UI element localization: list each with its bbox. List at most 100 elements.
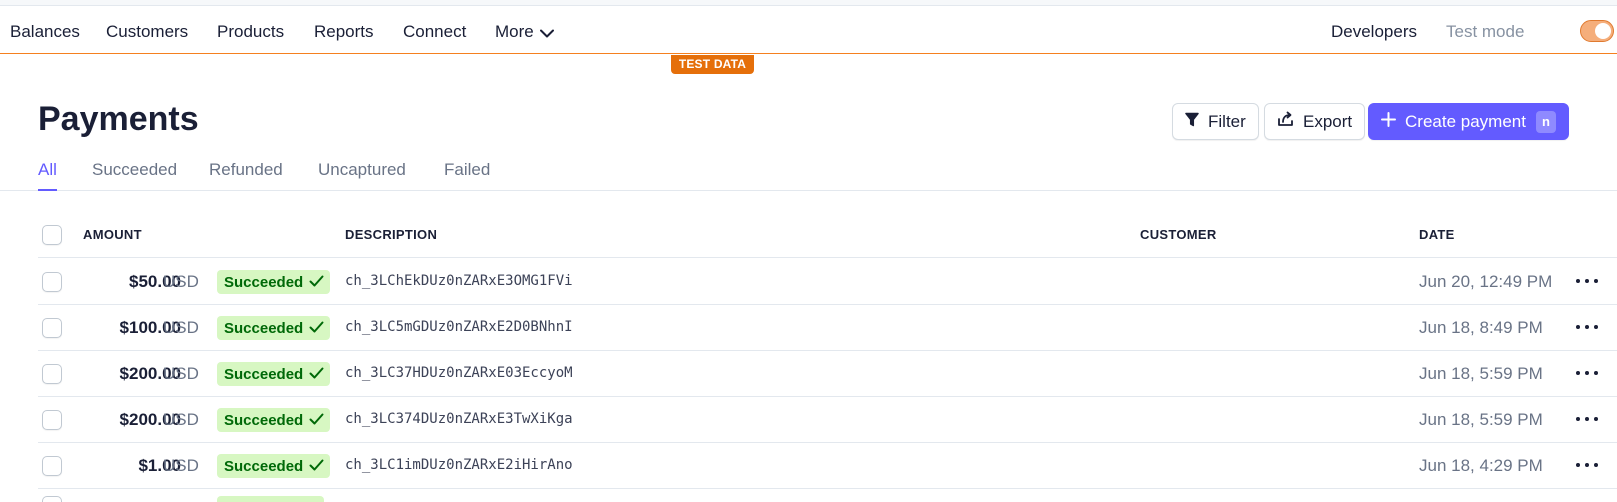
column-header-customer[interactable]: CUSTOMER bbox=[1140, 227, 1217, 242]
dot bbox=[1594, 417, 1598, 421]
status-badge[interactable]: Succeeded bbox=[217, 454, 331, 478]
dot bbox=[1576, 417, 1580, 421]
partial-table-row bbox=[38, 496, 1617, 502]
test-data-badge: TEST DATA bbox=[671, 55, 754, 74]
chevron-down-icon bbox=[539, 23, 554, 43]
export-label: Export bbox=[1303, 111, 1353, 131]
row-actions-more-icon[interactable] bbox=[1576, 271, 1598, 291]
tab-failed[interactable]: Failed bbox=[444, 160, 490, 189]
dot bbox=[1594, 371, 1598, 375]
tab-refunded[interactable]: Refunded bbox=[209, 160, 283, 189]
nav-item-connect[interactable]: Connect bbox=[403, 22, 466, 42]
test-mode-label: Test mode bbox=[1446, 22, 1525, 41]
dot bbox=[1594, 463, 1598, 467]
status-tabs: All Succeeded Refunded Uncaptured Failed bbox=[0, 158, 1617, 191]
dot bbox=[1585, 371, 1589, 375]
checkmark-icon bbox=[303, 274, 324, 291]
dot bbox=[1576, 325, 1580, 329]
status-label: Succeeded bbox=[224, 457, 304, 475]
payment-description[interactable]: ch_3LC37HDUz0nZARxE03EccyoM bbox=[345, 365, 573, 381]
dot bbox=[1585, 417, 1589, 421]
table-row[interactable]: $1.00 USD Succeeded ch_3LC1imDUz0nZARxE2iHi… bbox=[38, 443, 1617, 489]
select-all-checkbox[interactable] bbox=[42, 225, 62, 245]
dot bbox=[1576, 463, 1580, 467]
column-header-date[interactable]: DATE bbox=[1419, 227, 1455, 242]
tab-all[interactable]: All bbox=[38, 160, 57, 191]
row-checkbox[interactable] bbox=[42, 272, 62, 292]
create-payment-label: Create payment bbox=[1405, 111, 1526, 131]
create-payment-button[interactable]: Create payment n bbox=[1368, 103, 1569, 140]
tab-succeeded[interactable]: Succeeded bbox=[92, 160, 177, 189]
row-checkbox-partial bbox=[42, 496, 62, 502]
table-row[interactable]: $200.00 USD Succeeded ch_3LC37HDUz0nZARxE03… bbox=[38, 351, 1617, 397]
checkmark-icon bbox=[303, 412, 324, 429]
payment-currency: USD bbox=[163, 272, 199, 291]
filter-button[interactable]: Filter bbox=[1172, 103, 1259, 140]
payment-description[interactable]: ch_3LChEkDUz0nZARxE3OMG1FVi bbox=[345, 273, 573, 289]
payment-description[interactable]: ch_3LC1imDUz0nZARxE2iHirAno bbox=[345, 457, 573, 473]
test-mode-toggle[interactable] bbox=[1580, 20, 1614, 42]
row-checkbox[interactable] bbox=[42, 318, 62, 338]
payment-date: Jun 18, 4:29 PM bbox=[1419, 456, 1543, 475]
dot bbox=[1594, 279, 1598, 283]
page-title: Payments bbox=[38, 100, 199, 138]
filter-label: Filter bbox=[1208, 111, 1246, 131]
row-actions-more-icon[interactable] bbox=[1576, 455, 1598, 475]
tab-uncaptured[interactable]: Uncaptured bbox=[318, 160, 406, 189]
status-badge-partial bbox=[217, 496, 324, 502]
nav-item-developers[interactable]: Developers bbox=[1331, 22, 1417, 42]
top-navigation: Balances Customers Products Reports Conn… bbox=[0, 6, 1617, 54]
nav-item-products[interactable]: Products bbox=[217, 22, 284, 42]
payment-description[interactable]: ch_3LC374DUz0nZARxE3TwXiKga bbox=[345, 411, 573, 427]
status-badge[interactable]: Succeeded bbox=[217, 362, 331, 386]
dot bbox=[1585, 279, 1589, 283]
nav-item-more[interactable]: More bbox=[495, 22, 554, 43]
column-header-amount[interactable]: AMOUNT bbox=[83, 227, 142, 242]
row-actions-more-icon[interactable] bbox=[1576, 409, 1598, 429]
row-checkbox[interactable] bbox=[42, 364, 62, 384]
status-badge[interactable]: Succeeded bbox=[217, 270, 331, 294]
payment-currency: USD bbox=[163, 456, 199, 475]
status-label: Succeeded bbox=[224, 319, 304, 337]
payment-date: Jun 18, 5:59 PM bbox=[1419, 410, 1543, 429]
keyboard-shortcut-badge: n bbox=[1535, 110, 1556, 133]
payment-currency: USD bbox=[163, 364, 199, 383]
table-row[interactable]: $50.00 USD Succeeded ch_3LChEkDUz0nZARxE3OM… bbox=[38, 259, 1617, 305]
row-actions-more-icon[interactable] bbox=[1576, 317, 1598, 337]
dot bbox=[1585, 463, 1589, 467]
column-header-description[interactable]: DESCRIPTION bbox=[345, 227, 437, 242]
dot bbox=[1576, 279, 1580, 283]
checkmark-icon bbox=[303, 458, 324, 475]
payment-date: Jun 20, 12:49 PM bbox=[1419, 272, 1553, 291]
row-checkbox[interactable] bbox=[42, 456, 62, 476]
payment-description[interactable]: ch_3LC5mGDUz0nZARxE2D0BNhnI bbox=[345, 319, 573, 335]
status-label: Succeeded bbox=[224, 273, 304, 291]
status-label: Succeeded bbox=[224, 365, 304, 383]
dot bbox=[1594, 325, 1598, 329]
status-badge[interactable]: Succeeded bbox=[217, 316, 331, 340]
table-row[interactable]: $200.00 USD Succeeded ch_3LC374DUz0nZARxE3T… bbox=[38, 397, 1617, 443]
status-label: Succeeded bbox=[224, 411, 304, 429]
export-icon bbox=[1277, 111, 1303, 132]
payment-date: Jun 18, 5:59 PM bbox=[1419, 364, 1543, 383]
payment-currency: USD bbox=[163, 410, 199, 429]
status-badge[interactable]: Succeeded bbox=[217, 408, 331, 432]
checkmark-icon bbox=[303, 366, 324, 383]
table-row[interactable]: $100.00 USD Succeeded ch_3LC5mGDUz0nZARxE2D… bbox=[38, 305, 1617, 351]
row-actions-more-icon[interactable] bbox=[1576, 363, 1598, 383]
dot bbox=[1585, 325, 1589, 329]
payment-date: Jun 18, 8:49 PM bbox=[1419, 318, 1543, 337]
export-button[interactable]: Export bbox=[1264, 103, 1366, 140]
nav-more-label: More bbox=[495, 22, 534, 41]
filter-icon bbox=[1185, 112, 1208, 132]
table-header: AMOUNT DESCRIPTION CUSTOMER DATE bbox=[38, 217, 1617, 258]
payment-currency: USD bbox=[163, 318, 199, 337]
nav-item-customers[interactable]: Customers bbox=[106, 22, 188, 42]
nav-item-reports[interactable]: Reports bbox=[314, 22, 374, 42]
nav-item-balances[interactable]: Balances bbox=[10, 22, 80, 42]
row-checkbox[interactable] bbox=[42, 410, 62, 430]
checkmark-icon bbox=[303, 320, 324, 337]
plus-icon bbox=[1381, 111, 1405, 132]
dot bbox=[1576, 371, 1580, 375]
toggle-knob bbox=[1595, 23, 1611, 39]
